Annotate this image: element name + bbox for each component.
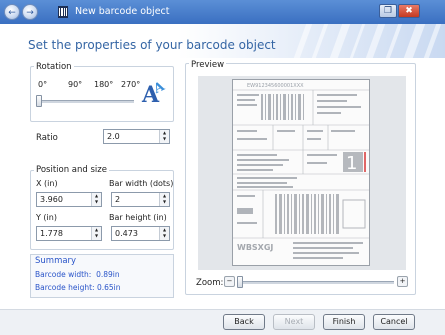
y-value[interactable]: 1.778 (40, 229, 63, 238)
barcode-app-icon (58, 6, 68, 18)
window-title: New barcode object (75, 6, 170, 17)
summary-title: Summary (35, 256, 77, 266)
ratio-value[interactable]: 2.0 (107, 132, 120, 141)
ratio-spinner[interactable]: 2.0 ▲ ▼ (103, 129, 170, 144)
svg-text:WBSXGJ: WBSXGJ (237, 243, 273, 252)
x-label: X (in) (36, 179, 58, 188)
ratio-label: Ratio (36, 133, 58, 143)
spinner-arrows-icon[interactable]: ▲ ▼ (91, 193, 101, 206)
restore-button[interactable]: ❐ (379, 4, 397, 18)
back-button[interactable]: Back (223, 314, 265, 330)
close-button[interactable]: ✖ (398, 4, 420, 18)
bar-height-label: Bar height (in) (109, 213, 167, 222)
rotation-preview-icon: A A (141, 79, 168, 104)
rotation-slider[interactable] (38, 100, 134, 103)
position-size-legend: Position and size (34, 165, 109, 175)
zoom-label: Zoom: (196, 278, 224, 288)
barcode-height-text: Barcode height: 0.65in (35, 283, 121, 292)
x-value[interactable]: 3.960 (40, 195, 63, 204)
zoom-slider[interactable] (238, 281, 394, 284)
spinner-arrows-icon[interactable]: ▲ ▼ (159, 227, 169, 240)
spinner-arrows-icon[interactable]: ▲ ▼ (159, 193, 169, 206)
bar-width-label: Bar width (dots) (109, 179, 174, 188)
rotation-tick-270: 270° (121, 80, 141, 89)
finish-button[interactable]: Finish (323, 314, 365, 330)
preview-legend: Preview (189, 60, 227, 70)
title-bar: ← → New barcode object ❐ ✖ (0, 0, 445, 24)
rotation-slider-thumb[interactable] (36, 95, 42, 107)
forward-arrow-icon[interactable]: → (22, 4, 38, 20)
zoom-slider-thumb[interactable] (237, 276, 243, 288)
rotation-tick-180: 180° (94, 80, 114, 89)
y-spinner[interactable]: 1.778 ▲ ▼ (36, 226, 102, 241)
bar-height-spinner[interactable]: 0.473 ▲ ▼ (111, 226, 170, 241)
page-heading: Set the properties of your barcode objec… (28, 38, 276, 52)
shipping-label-preview: EW912345600001XXX 1 WBSXGJ (232, 79, 370, 266)
svg-text:1: 1 (346, 153, 357, 174)
cancel-button[interactable]: Cancel (373, 314, 415, 330)
next-button[interactable]: Next (273, 314, 315, 330)
spinner-arrows-icon[interactable]: ▲ ▼ (91, 227, 101, 240)
rotation-legend: Rotation (34, 62, 74, 72)
shipping-label-image: EW912345600001XXX 1 WBSXGJ (233, 83, 369, 259)
zoom-in-icon[interactable]: + (397, 276, 408, 287)
bar-height-value[interactable]: 0.473 (115, 229, 138, 238)
x-spinner[interactable]: 3.960 ▲ ▼ (36, 192, 102, 207)
barcode-width-text: Barcode width: 0.89in (35, 270, 120, 279)
bar-width-value[interactable]: 2 (115, 195, 120, 204)
spinner-arrows-icon[interactable]: ▲ ▼ (159, 130, 169, 143)
zoom-out-icon[interactable]: − (224, 276, 235, 287)
rotation-tick-0: 0° (38, 80, 48, 89)
svg-text:EW912345600001XXX: EW912345600001XXX (247, 83, 304, 89)
rotation-tick-90: 90° (68, 80, 83, 89)
y-label: Y (in) (36, 213, 57, 222)
back-arrow-icon[interactable]: ← (4, 4, 20, 20)
bar-width-spinner[interactable]: 2 ▲ ▼ (111, 192, 170, 207)
